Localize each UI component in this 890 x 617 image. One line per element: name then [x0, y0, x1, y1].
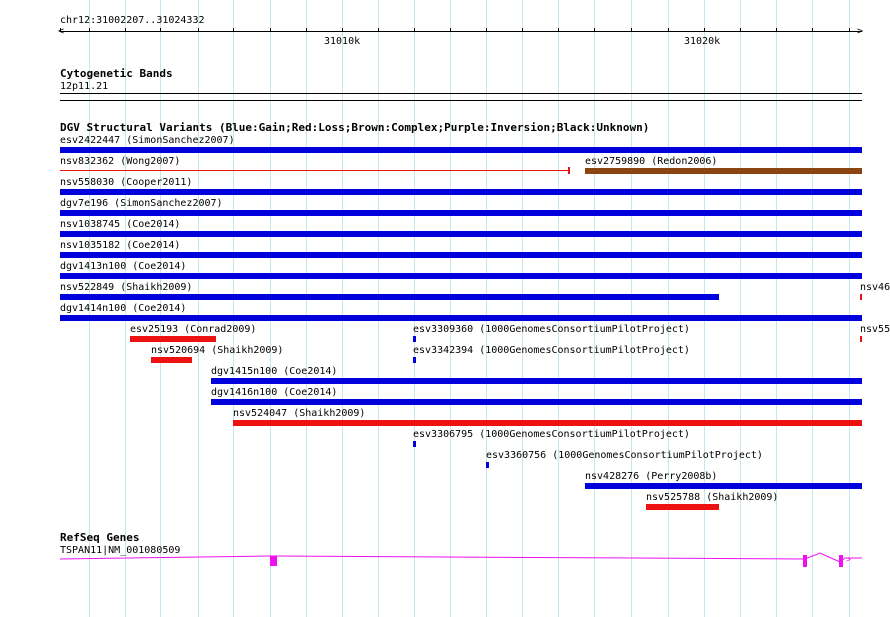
variant-bar[interactable]	[413, 336, 416, 342]
variant-label: esv3342394 (1000GenomesConsortiumPilotPr…	[413, 345, 690, 356]
ruler-tick	[594, 28, 595, 32]
cytoband-track-title: Cytogenetic Bands	[60, 67, 173, 80]
variant-bar[interactable]	[585, 483, 862, 489]
ruler-tick	[342, 28, 343, 32]
ruler-tick	[233, 28, 234, 32]
strand-arrow-icon: >	[846, 555, 851, 564]
variant-bar[interactable]	[486, 462, 489, 468]
genome-browser-view: chr12:31002207..31024332 < > 31010k 3102…	[0, 0, 890, 617]
ruler-tick	[776, 28, 777, 32]
variant-label: nsv524047 (Shaikh2009)	[233, 408, 366, 419]
ruler-tick	[558, 28, 559, 32]
variant-label: esv2759890 (Redon2006)	[585, 156, 718, 167]
variant-label: nsv46	[860, 282, 890, 293]
variant-bar[interactable]	[860, 336, 862, 342]
variant-bar[interactable]	[60, 210, 862, 216]
variant-label: dgv1416n100 (Coe2014)	[211, 387, 338, 398]
variant-label: nsv832362 (Wong2007)	[60, 156, 181, 167]
location-label: chr12:31002207..31024332	[60, 15, 205, 26]
variant-bar[interactable]	[585, 168, 862, 174]
variant-label: nsv558030 (Cooper2011)	[60, 177, 193, 188]
variant-label: esv3360756 (1000GenomesConsortiumPilotPr…	[486, 450, 763, 461]
ruler-tick	[198, 28, 199, 32]
variant-label: esv3309360 (1000GenomesConsortiumPilotPr…	[413, 324, 690, 335]
ruler-tick	[378, 28, 379, 32]
gene-exon	[803, 555, 807, 567]
variant-label: nsv520694 (Shaikh2009)	[151, 345, 284, 356]
variant-bar[interactable]	[60, 189, 862, 195]
cytoband-line-top	[60, 93, 862, 94]
variant-bar[interactable]	[860, 294, 862, 300]
ruler-tick	[270, 28, 271, 32]
variant-label: dgv1415n100 (Coe2014)	[211, 366, 338, 377]
ruler-tick	[668, 28, 669, 32]
variant-bar-endcap	[568, 167, 570, 174]
variant-bar[interactable]	[130, 336, 216, 342]
variant-bar[interactable]	[60, 294, 719, 300]
variant-label: esv3306795 (1000GenomesConsortiumPilotPr…	[413, 429, 690, 440]
gene-exon	[270, 556, 277, 566]
variant-bar[interactable]	[60, 147, 862, 153]
ruler-tick	[89, 28, 90, 32]
variant-label: nsv1035182 (Coe2014)	[60, 240, 181, 251]
variant-label: nsv522849 (Shaikh2009)	[60, 282, 193, 293]
variant-bar[interactable]	[211, 378, 862, 384]
ruler-tick	[160, 28, 161, 32]
ruler-tick	[522, 28, 523, 32]
ruler-tick	[740, 28, 741, 32]
variant-bar[interactable]	[60, 315, 862, 321]
cytoband-line-bottom	[60, 100, 862, 101]
ruler-line	[60, 31, 862, 32]
refseq-gene-model[interactable]: >	[0, 550, 890, 575]
variant-bar[interactable]	[60, 231, 862, 237]
ruler-tick	[631, 28, 632, 32]
variant-bar[interactable]	[413, 441, 416, 447]
ruler-tick-label: 31010k	[324, 36, 361, 47]
refseq-track-title: RefSeq Genes	[60, 531, 140, 544]
ruler-tick	[60, 28, 61, 32]
ruler-left-arrow: <	[58, 26, 65, 37]
variant-label: nsv525788 (Shaikh2009)	[646, 492, 779, 503]
ruler-tick	[306, 28, 307, 32]
variant-bar[interactable]	[60, 252, 862, 258]
variant-bar[interactable]	[233, 420, 862, 426]
dgv-track-title: DGV Structural Variants (Blue:Gain;Red:L…	[60, 121, 650, 134]
gene-exon	[839, 555, 843, 567]
variant-label: dgv7e196 (SimonSanchez2007)	[60, 198, 223, 209]
variant-label: nsv55	[860, 324, 890, 335]
variant-label: nsv428276 (Perry2008b)	[585, 471, 718, 482]
variant-label: esv25193 (Conrad2009)	[130, 324, 257, 335]
variant-bar[interactable]	[60, 170, 570, 171]
cytoband-label: 12p11.21	[60, 81, 109, 92]
ruler-right-arrow: >	[857, 26, 864, 37]
ruler-tick	[450, 28, 451, 32]
variant-bar[interactable]	[60, 273, 862, 279]
variant-bar[interactable]	[413, 357, 416, 363]
variant-label: nsv1038745 (Coe2014)	[60, 219, 181, 230]
variant-label: dgv1414n100 (Coe2014)	[60, 303, 187, 314]
ruler-tick	[414, 28, 415, 32]
ruler-tick	[812, 28, 813, 32]
variant-bar[interactable]	[151, 357, 192, 363]
ruler-tick	[849, 28, 850, 32]
gene-intron-line	[59, 552, 862, 563]
variant-label: esv2422447 (SimonSanchez2007)	[60, 135, 235, 146]
ruler-tick	[125, 28, 126, 32]
ruler-tick	[486, 28, 487, 32]
variant-label: dgv1413n100 (Coe2014)	[60, 261, 187, 272]
variant-bar[interactable]	[646, 504, 719, 510]
ruler-tick-label: 31020k	[684, 36, 721, 47]
ruler-tick	[704, 28, 705, 32]
variant-bar[interactable]	[211, 399, 862, 405]
